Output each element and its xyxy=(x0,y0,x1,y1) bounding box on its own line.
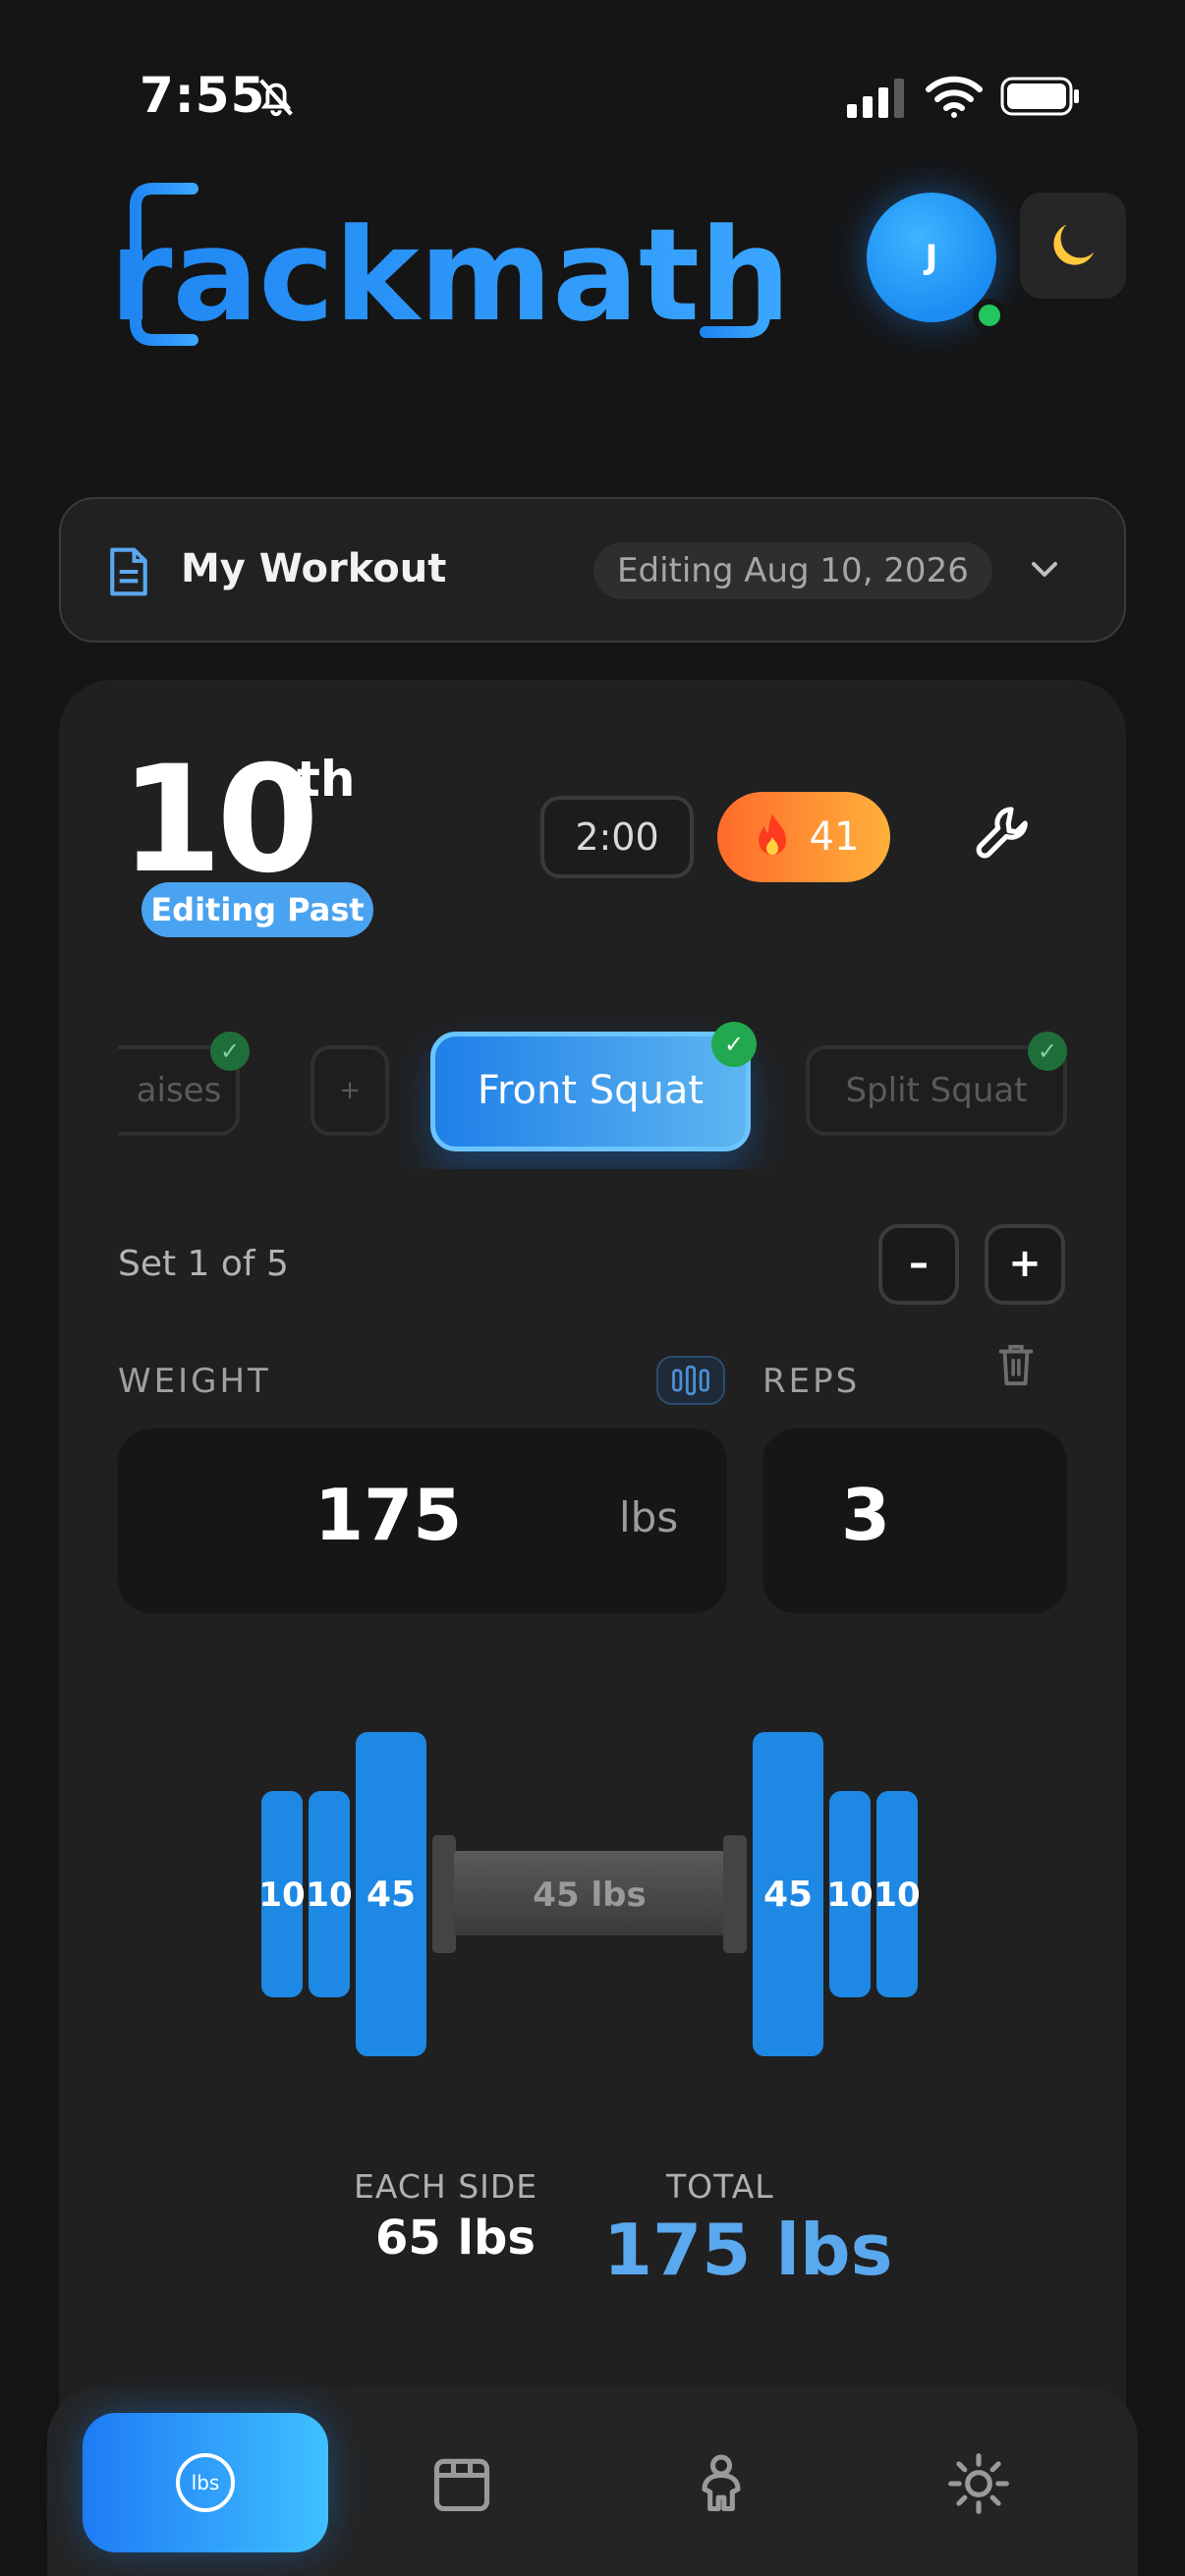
streak-count: 41 xyxy=(809,814,860,860)
plate-label: 10 xyxy=(874,1876,920,1915)
workout-title: My Workout xyxy=(181,546,447,591)
plate-label: 10 xyxy=(306,1876,352,1915)
total-value: 175 lbs xyxy=(603,2209,893,2291)
weight-unit: lbs xyxy=(619,1493,679,1541)
check-icon: ✓ xyxy=(1028,1032,1067,1071)
exercise-chip-next[interactable]: Split Squat xyxy=(806,1045,1067,1136)
settings-icon[interactable] xyxy=(945,2450,1012,2517)
moon-icon xyxy=(1053,224,1095,265)
remove-set-button[interactable]: – xyxy=(878,1224,959,1305)
document-icon xyxy=(110,547,147,596)
check-icon: ✓ xyxy=(711,1022,757,1067)
each-side-value: 65 lbs xyxy=(375,2211,536,2266)
plate-label: 45 xyxy=(763,1875,813,1915)
workout-card xyxy=(59,680,1126,2576)
wrench-icon[interactable] xyxy=(971,800,1038,867)
calendar-icon[interactable] xyxy=(428,2450,495,2517)
plate-label: 10 xyxy=(258,1876,305,1915)
set-counter: Set 1 of 5 xyxy=(118,1244,289,1284)
exercise-chip-label: aises xyxy=(136,1071,222,1110)
bar-collar-right xyxy=(723,1835,747,1953)
battery-icon xyxy=(1000,77,1079,116)
reps-value: 3 xyxy=(841,1474,891,1556)
lbs-icon: lbs xyxy=(176,2453,235,2512)
plate-label: 10 xyxy=(826,1876,873,1915)
add-set-button[interactable]: + xyxy=(985,1224,1065,1305)
add-exercise-button[interactable]: + xyxy=(310,1045,389,1136)
body-icon[interactable] xyxy=(688,2450,755,2517)
status-time: 7:55 xyxy=(140,67,266,124)
wifi-icon xyxy=(926,76,983,118)
plate-label: 45 xyxy=(367,1875,416,1915)
editing-past-badge: Editing Past xyxy=(141,882,373,937)
exercise-chip-active[interactable]: Front Squat xyxy=(430,1032,751,1151)
logo-text: rackmath xyxy=(116,200,784,350)
streak-badge[interactable]: 41 xyxy=(717,792,890,882)
lbs-icon-label: lbs xyxy=(192,2471,220,2494)
bar-collar-left xyxy=(432,1835,456,1953)
bell-off-icon xyxy=(259,79,293,117)
rackmath-logo: rackmath xyxy=(116,181,784,394)
theme-toggle-button[interactable] xyxy=(1020,193,1126,299)
chevron-down-icon[interactable] xyxy=(1028,558,1061,582)
check-icon: ✓ xyxy=(210,1032,250,1071)
exercise-carousel: aises ✓ + Front Squat ✓ Split Squat ✓ xyxy=(118,1012,1067,1169)
plates-icon[interactable] xyxy=(656,1356,725,1405)
reps-label: REPS xyxy=(762,1362,861,1401)
weight-value: 175 xyxy=(314,1474,463,1556)
day-number: 10 xyxy=(120,735,319,906)
editing-date-badge: Editing Aug 10, 2026 xyxy=(593,542,992,599)
barbell-diagram: 10 10 45 45 lbs 45 10 10 xyxy=(258,1732,921,2056)
reps-input[interactable] xyxy=(762,1428,1067,1613)
fire-icon xyxy=(758,813,786,855)
trash-icon[interactable] xyxy=(996,1342,1036,1387)
rest-timer-button[interactable]: 2:00 xyxy=(540,796,694,878)
day-suffix: th xyxy=(297,751,356,808)
online-status-dot xyxy=(973,299,1006,332)
each-side-label: EACH SIDE xyxy=(354,2167,538,2206)
cellular-signal-icon xyxy=(847,79,904,118)
nav-item-calculator[interactable]: lbs xyxy=(83,2413,328,2552)
total-label: TOTAL xyxy=(666,2167,774,2206)
bar-weight-label: 45 lbs xyxy=(533,1876,646,1915)
weight-label: WEIGHT xyxy=(118,1362,271,1401)
